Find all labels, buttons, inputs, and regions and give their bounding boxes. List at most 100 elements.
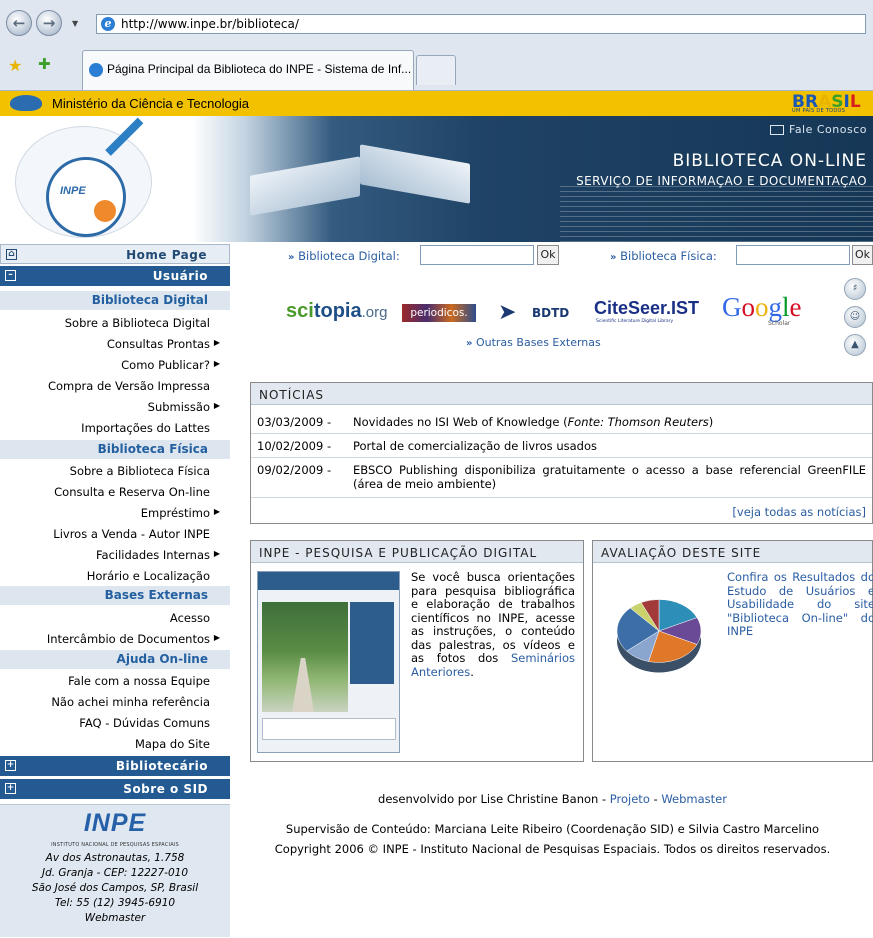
news-text-main: Novidades no ISI Web of Knowledge ( [353, 415, 568, 429]
google-letter: o [741, 292, 756, 322]
collapse-icon: – [5, 270, 16, 281]
sidebar-section-usuario[interactable]: – Usuário [0, 266, 230, 286]
google-letter: o [755, 292, 769, 322]
sidebar-sub-bases-externas[interactable]: Bases Externas [0, 586, 230, 605]
bdtd-text: BDTD [532, 306, 570, 320]
sidebar-item-importacoes-lattes[interactable]: Importações do Lattes [0, 418, 230, 438]
news-divider [251, 433, 872, 434]
favorites-star-icon[interactable]: ★ [8, 56, 22, 75]
projeto-link[interactable]: Projeto [610, 792, 650, 806]
google-scholar-sub: Scholar [768, 320, 791, 327]
news-item[interactable]: 09/02/2009 - EBSCO Publishing disponibil… [257, 463, 866, 493]
graduation-cap-icon[interactable]: ▲ [844, 334, 866, 356]
sidebar-item-sobre-bf[interactable]: Sobre a Biblioteca Física [0, 461, 230, 481]
expand-icon: + [5, 760, 16, 771]
scitopia-logo[interactable]: scitopia.org [286, 300, 387, 323]
all-news-link[interactable]: [veja todas as notícias] [732, 505, 866, 519]
news-text: Novidades no ISI Web of Knowledge (Fonte… [353, 415, 866, 429]
sitemap-icon[interactable]: ♯ [844, 278, 866, 300]
scitopia-part: topia [313, 300, 362, 322]
search-fisica-input[interactable] [736, 245, 850, 265]
search-fisica-ok-button[interactable]: Ok [852, 245, 873, 265]
sidebar-item-acesso[interactable]: Acesso [0, 608, 230, 628]
fale-conosco-link[interactable]: Fale Conosco [770, 123, 867, 136]
address-box: INPE INSTITUTO NACIONAL DE PESQUISAS ESP… [0, 804, 230, 937]
sidebar-item-como-publicar[interactable]: Como Publicar? ▶ [0, 355, 230, 375]
sidebar-item-horario[interactable]: Horário e Localização [0, 566, 230, 586]
forward-button[interactable]: → [36, 10, 62, 36]
inpe-ring-icon [46, 157, 126, 237]
search-digital-ok-button[interactable]: Ok [537, 245, 559, 265]
seminar-thumbnail[interactable] [257, 571, 400, 753]
submenu-arrow-icon: ▶ [213, 401, 220, 410]
banner-title: BIBLIOTECA ON-LINE [672, 151, 867, 171]
address-line: São José dos Campos, SP, Brasil [31, 882, 199, 894]
arrows-icon: » [288, 252, 295, 263]
news-item[interactable]: 03/03/2009 - Novidades no ISI Web of Kno… [257, 415, 866, 431]
sidebar-item-consulta-reserva[interactable]: Consulta e Reserva On-line [0, 482, 230, 502]
address-webmaster-link[interactable]: Webmaster [0, 912, 230, 924]
sidebar-item-emprestimo[interactable]: Empréstimo ▶ [0, 503, 230, 523]
gov-emblem-icon [10, 95, 42, 111]
news-text: Portal de comercialização de livros usad… [353, 439, 597, 453]
news-date: 10/02/2009 - [257, 439, 332, 453]
item-label: Empréstimo [140, 506, 210, 520]
brasil-logo[interactable]: BRASIL UM PAÍS DE TODOS [792, 93, 873, 115]
back-button[interactable]: ← [6, 10, 32, 36]
sidebar-item-consultas-prontas[interactable]: Consultas Prontas ▶ [0, 334, 230, 354]
sidebar-item-mapa-site[interactable]: Mapa do Site [0, 734, 230, 754]
address-phone: Tel: 55 (12) 3945-6910 [54, 897, 176, 909]
sidebar-item-faq[interactable]: FAQ - Dúvidas Comuns [0, 713, 230, 733]
new-tab-button[interactable] [416, 55, 456, 85]
history-dropdown-icon[interactable]: ▼ [72, 19, 78, 28]
add-favorite-icon[interactable]: ✚ [38, 55, 51, 73]
home-icon: ⌂ [6, 249, 17, 260]
sidebar-home[interactable]: ⌂ Home Page [0, 244, 230, 264]
avaliacao-link[interactable]: Confira os Resultados do Estudo de Usuár… [727, 570, 873, 639]
sidebar-item-nao-achei[interactable]: Não achei minha referência [0, 692, 230, 712]
ministry-link[interactable]: Ministério da Ciência e Tecnologia [52, 96, 249, 111]
news-item[interactable]: 10/02/2009 - Portal de comercialização d… [257, 439, 866, 455]
webmaster-link[interactable]: Webmaster [661, 792, 727, 806]
sidebar-item-intercambio[interactable]: Intercâmbio de Documentos ▶ [0, 629, 230, 649]
news-source: Fonte: Thomson Reuters [567, 415, 709, 429]
sidebar-item-sobre-bd[interactable]: Sobre a Biblioteca Digital [0, 313, 230, 333]
inpe-footer-logo: INPE [83, 809, 147, 837]
sidebar-sub-biblioteca-fisica[interactable]: Biblioteca Física [0, 440, 230, 459]
address-line: Jd. Granja - CEP: 12227-010 [41, 867, 188, 879]
book-page-left [250, 156, 360, 216]
bdtd-logo[interactable]: ➤ BDTD [498, 300, 574, 326]
sidebar-section-sobre-sid[interactable]: + Sobre o SID [0, 779, 230, 799]
pesquisa-text: Se você busca orientações para pesquisa … [411, 570, 575, 679]
google-letter: G [722, 292, 742, 322]
banner-lines [560, 186, 873, 242]
address-bar[interactable]: e http://www.inpe.br/biblioteca/ [96, 14, 866, 34]
people-icon[interactable]: ☺ [844, 306, 866, 328]
citeseer-logo[interactable]: CiteSeer.IST Scientific Literature Digit… [594, 298, 706, 326]
item-label: Sobre a Biblioteca Física [69, 464, 210, 478]
search-digital-input[interactable] [420, 245, 534, 265]
citeseer-subtitle: Scientific Literature Digital Library [596, 319, 674, 324]
url-text[interactable]: http://www.inpe.br/biblioteca/ [121, 17, 299, 31]
banner: INPE Fale Conosco BIBLIOTECA ON-LINE SER… [0, 116, 873, 242]
item-label: Como Publicar? [121, 358, 210, 372]
sidebar-section-bibliotecario[interactable]: + Bibliotecário [0, 756, 230, 776]
sidebar-item-facilidades[interactable]: Facilidades Internas ▶ [0, 545, 230, 565]
usability-pie-chart[interactable] [601, 569, 725, 689]
sidebar-item-submissao[interactable]: Submissão ▶ [0, 397, 230, 417]
tab-title: Página Principal da Biblioteca do INPE -… [107, 62, 412, 76]
periodicos-logo[interactable]: periodicos. [402, 304, 476, 322]
tab-active[interactable]: Página Principal da Biblioteca do INPE -… [82, 50, 414, 90]
sidebar-item-fale-equipe[interactable]: Fale com a nossa Equipe [0, 671, 230, 691]
pesquisa-header: INPE - PESQUISA E PUBLICAÇÃO DIGITAL [251, 541, 583, 563]
google-scholar-logo[interactable]: Google Scholar [722, 292, 812, 328]
google-letter: g [768, 292, 783, 322]
news-divider [251, 457, 872, 458]
sidebar: ⌂ Home Page – Usuário Biblioteca Digital… [0, 244, 230, 938]
sidebar-item-compra-versao[interactable]: Compra de Versão Impressa [0, 376, 230, 396]
sidebar-item-livros-venda[interactable]: Livros a Venda - Autor INPE [0, 524, 230, 544]
inpe-logo[interactable]: INPE [15, 117, 152, 238]
sidebar-sub-ajuda-online[interactable]: Ajuda On-line [0, 650, 230, 669]
outras-bases-link[interactable]: » Outras Bases Externas [466, 336, 601, 349]
sidebar-sub-biblioteca-digital[interactable]: Biblioteca Digital [0, 291, 230, 310]
